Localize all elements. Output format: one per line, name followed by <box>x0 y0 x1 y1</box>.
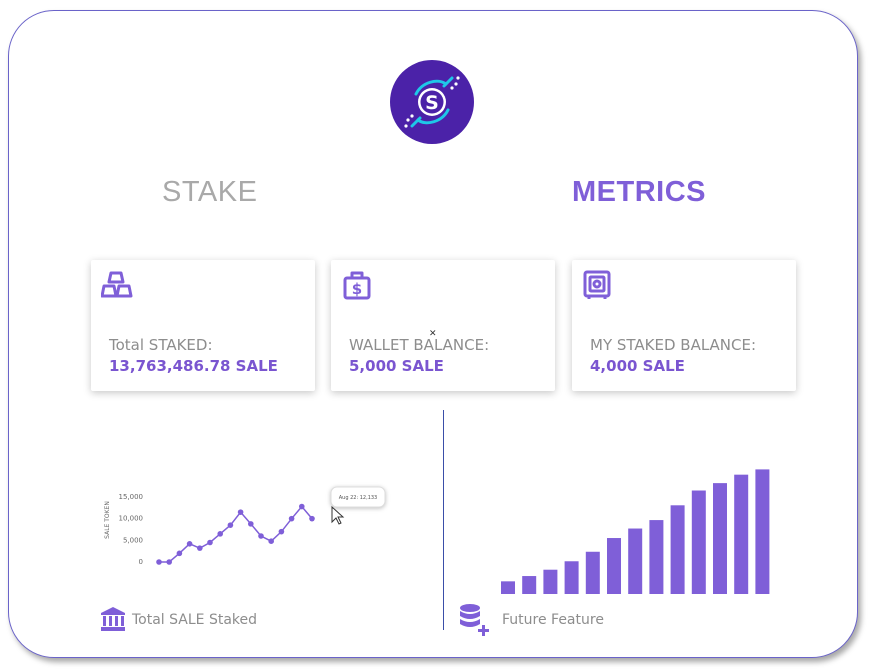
total-staked-value: 13,763,486.78 SALE <box>109 357 278 375</box>
my-staked-balance-label: MY STAKED BALANCE: <box>590 336 757 354</box>
safe-vault-icon <box>583 270 611 299</box>
data-point[interactable] <box>268 538 274 544</box>
logo-letter: S <box>425 92 439 114</box>
data-point[interactable] <box>166 559 172 565</box>
total-sale-staked-label: Total SALE Staked <box>132 612 258 628</box>
data-point[interactable] <box>186 541 193 547</box>
database-plus-icon <box>460 604 489 636</box>
section-divider <box>443 410 444 630</box>
bar[interactable] <box>713 483 727 594</box>
wallet-balance-label: WALLET BALANCE: <box>349 336 490 354</box>
total-staked-line-chart: SALE TOKEN 15,000 10,000 5,000 0 Aug 22: 12… <box>104 486 386 566</box>
wallet-balance-value: 5,000 SALE <box>349 357 444 375</box>
bank-icon <box>101 607 125 631</box>
data-point[interactable] <box>237 509 244 515</box>
wallet-balance-card: $ WALLET BALANCE: 5,000 SALE <box>331 260 555 391</box>
mouse-pointer-icon <box>331 505 345 525</box>
svg-text:$: $ <box>352 280 362 298</box>
cursor-marker: ✕ <box>429 328 437 338</box>
chart-tooltip: Aug 22: 12,133 <box>330 486 386 508</box>
y-tick-label: 0 <box>139 558 143 566</box>
data-point[interactable] <box>309 515 315 522</box>
tab-stake[interactable]: STAKE <box>162 176 257 209</box>
y-axis-label: SALE TOKEN <box>104 501 111 539</box>
y-tick-label: 15,000 <box>119 493 144 501</box>
bar[interactable] <box>564 561 579 594</box>
bar[interactable] <box>670 505 685 594</box>
bar[interactable] <box>501 581 515 594</box>
gold-bars-icon <box>101 271 133 298</box>
future-feature-bar-chart <box>501 469 770 594</box>
my-staked-balance-card: MY STAKED BALANCE: 4,000 SALE <box>572 260 796 391</box>
bar[interactable] <box>755 469 770 594</box>
data-point[interactable] <box>176 550 183 557</box>
y-tick-label: 5,000 <box>123 536 143 544</box>
bar[interactable] <box>691 490 706 594</box>
data-point[interactable] <box>299 503 305 510</box>
money-bag-icon: $ <box>343 271 371 300</box>
bar[interactable] <box>734 474 749 594</box>
tab-metrics[interactable]: METRICS <box>572 176 706 209</box>
bar[interactable] <box>628 528 643 594</box>
bar[interactable] <box>522 576 537 594</box>
data-point[interactable] <box>248 521 254 527</box>
circuit-s-logo-icon: S <box>390 60 474 144</box>
bar[interactable] <box>607 538 621 594</box>
total-staked-card: Total STAKED: 13,763,486.78 SALE <box>91 260 315 391</box>
data-point[interactable] <box>197 545 203 551</box>
data-point[interactable] <box>207 539 213 546</box>
bar[interactable] <box>649 520 664 594</box>
my-staked-balance-value: 4,000 SALE <box>590 357 685 375</box>
future-feature-label: Future Feature <box>502 612 604 628</box>
data-point[interactable] <box>156 559 162 565</box>
data-point[interactable] <box>217 531 223 537</box>
bar[interactable] <box>585 551 600 594</box>
total-staked-label: Total STAKED: <box>109 336 213 354</box>
data-point[interactable] <box>258 533 264 539</box>
data-point[interactable] <box>288 515 295 522</box>
data-point[interactable] <box>278 528 285 535</box>
data-point[interactable] <box>227 522 234 528</box>
y-tick-label: 10,000 <box>119 515 144 523</box>
bar[interactable] <box>543 569 558 594</box>
chart-tooltip-text: Aug 22: 12,133 <box>339 495 377 501</box>
